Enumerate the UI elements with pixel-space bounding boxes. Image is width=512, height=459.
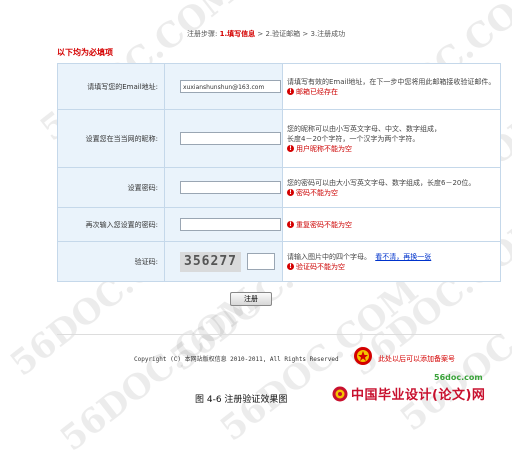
step-verify-email: 2.验证邮箱 [265, 30, 301, 38]
error-icon: ! [287, 263, 294, 270]
registration-form: 请填写您的Email地址: xuxianshunshun@163.com 请填写… [57, 63, 501, 282]
confirm-error: ! 重复密码不能为空 [287, 220, 499, 230]
captcha-label: 验证码: [57, 241, 165, 282]
nickname-row: 设置您在当当网的昵称: 您的昵称可以由小写英文字母、中文、数字组成， 长度4－2… [57, 109, 501, 168]
error-icon: ! [287, 221, 294, 228]
emblem-icon [354, 347, 372, 365]
footer-divider [57, 334, 501, 335]
nickname-hint-cell: 您的昵称可以由小写英文字母、中文、数字组成， 长度4－20个字符，一个汉字为两个… [282, 109, 501, 168]
password-hint: 您的密码可以由大小写英文字母、数字组成，长度6－20位。 [287, 178, 476, 187]
captcha-hint-cell: 请输入图片中的四个字母。 看不清，再换一张 ! 验证码不能为空 [282, 241, 501, 282]
confirm-row: 再次输入您设置的密码: ! 重复密码不能为空 [57, 207, 501, 242]
captcha-error: ! 验证码不能为空 [287, 262, 499, 272]
nickname-cell [164, 109, 283, 168]
captcha-row: 验证码: 356277 请输入图片中的四个字母。 看不清，再换一张 ! 验证码不… [57, 241, 501, 282]
captcha-error-text: 验证码不能为空 [296, 262, 345, 271]
captcha-refresh-link[interactable]: 看不清，再换一张 [375, 253, 431, 261]
step-separator: > [257, 30, 264, 38]
email-label: 请填写您的Email地址: [57, 63, 165, 110]
brand-logo-icon [332, 386, 348, 401]
email-error: ! 邮箱已经存在 [287, 87, 499, 97]
email-input[interactable]: xuxianshunshun@163.com [180, 80, 281, 93]
nickname-error-text: 用户昵称不能为空 [296, 144, 352, 153]
confirm-hint-cell: ! 重复密码不能为空 [282, 207, 501, 242]
watermark: 56DOC.COM [393, 260, 512, 440]
registration-steps: 注册步骤: 1.填写信息 > 2.验证邮箱 > 3.注册成功 [187, 29, 345, 39]
step-separator: > [302, 30, 309, 38]
error-icon: ! [287, 189, 294, 196]
captcha-hint: 请输入图片中的四个字母。 [287, 252, 371, 261]
password-label: 设置密码: [57, 167, 165, 208]
password-row: 设置密码: 您的密码可以由大小写英文字母、数字组成，长度6－20位。 ! 密码不… [57, 167, 501, 208]
email-row: 请填写您的Email地址: xuxianshunshun@163.com 请填写… [57, 63, 501, 110]
captcha-cell: 356277 [164, 241, 283, 282]
error-icon: ! [287, 88, 294, 95]
brand-banner: 中国毕业设计(论文)网 [332, 384, 485, 403]
confirm-password-input[interactable] [180, 218, 281, 231]
captcha-input[interactable] [247, 253, 276, 270]
email-error-text: 邮箱已经存在 [296, 87, 338, 96]
brand-name: 中国毕业设计(论文)网 [351, 388, 486, 403]
email-hint-cell: 请填写有效的Email地址，在下一步中您将用此邮箱接收验证邮件。 ! 邮箱已经存… [282, 63, 501, 110]
email-cell: xuxianshunshun@163.com [164, 63, 283, 110]
required-note: 以下均为必填项 [57, 48, 113, 57]
nickname-hint-1: 您的昵称可以由小写英文字母、中文、数字组成， [287, 124, 441, 133]
error-icon: ! [287, 145, 294, 152]
step-fill-info: 1.填写信息 [219, 30, 256, 38]
nickname-error: ! 用户昵称不能为空 [287, 144, 499, 154]
captcha-image: 356277 [180, 251, 241, 272]
steps-prefix: 注册步骤: [187, 30, 218, 38]
nickname-label: 设置您在当当网的昵称: [57, 109, 165, 168]
confirm-label: 再次输入您设置的密码: [57, 207, 165, 242]
nickname-input[interactable] [180, 132, 281, 145]
password-cell [164, 167, 283, 208]
register-button[interactable]: 注册 [230, 292, 272, 306]
confirm-cell [164, 207, 283, 242]
email-hint: 请填写有效的Email地址，在下一步中您将用此邮箱接收验证邮件。 [287, 77, 496, 86]
password-error: ! 密码不能为空 [287, 188, 499, 198]
password-input[interactable] [180, 181, 281, 194]
confirm-error-text: 重复密码不能为空 [296, 220, 352, 229]
figure-caption: 图 4-6 注册验证效果图 [195, 395, 288, 405]
icp-record-note: 此处以后可以添加备案号 [378, 355, 455, 363]
step-success: 3.注册成功 [310, 30, 346, 38]
nickname-hint-2: 长度4－20个字符，一个汉字为两个字符。 [287, 134, 420, 143]
password-error-text: 密码不能为空 [296, 188, 338, 197]
watermark: 56DOC.COM [53, 280, 267, 459]
site-url: 56doc.com [434, 373, 483, 382]
copyright-text: Copyright (C) 本网站版权信息 2010-2011, All Rig… [134, 356, 339, 363]
password-hint-cell: 您的密码可以由大小写英文字母、数字组成，长度6－20位。 ! 密码不能为空 [282, 167, 501, 208]
